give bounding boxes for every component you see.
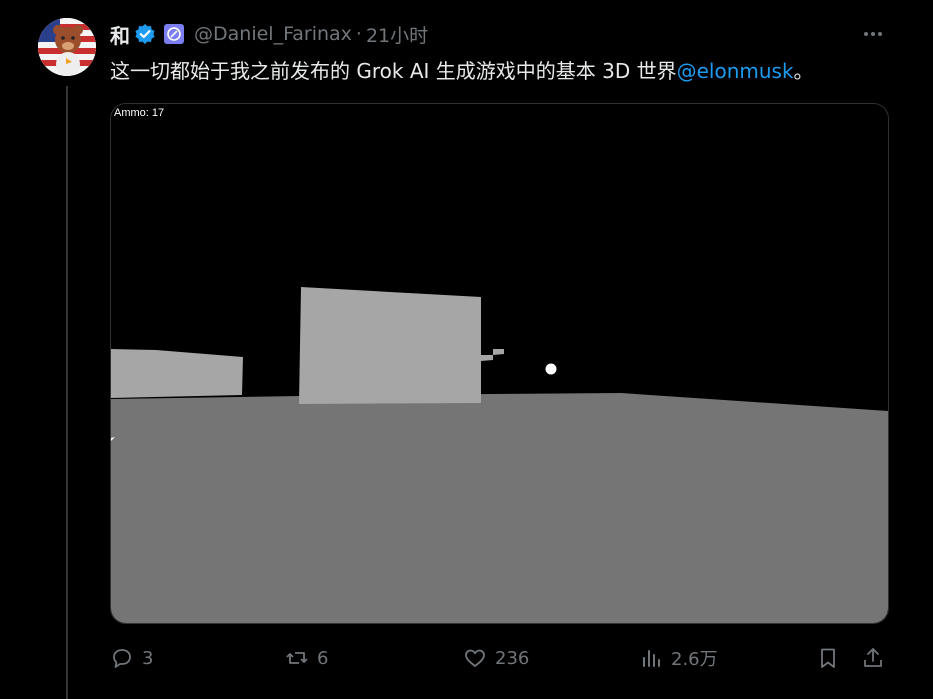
- repost-icon: [286, 652, 308, 664]
- like-button[interactable]: 236: [463, 642, 529, 674]
- share-button[interactable]: [861, 642, 885, 674]
- avatar[interactable]: [38, 18, 96, 76]
- game-scene: [111, 104, 888, 623]
- mention-link[interactable]: @elonmusk: [677, 59, 794, 83]
- crosshair-dot: [545, 363, 557, 375]
- affiliate-badge-icon[interactable]: [164, 24, 184, 44]
- bookmark-button[interactable]: [816, 642, 840, 674]
- ammo-counter: Ammo: 17: [114, 107, 165, 119]
- view-count: 2.6万: [671, 649, 718, 670]
- reply-button[interactable]: 3: [110, 642, 153, 674]
- bookmark-icon: [821, 648, 835, 668]
- tweet-header: 和 @Daniel_Farinax · 21小时: [110, 20, 428, 48]
- analytics-icon: [643, 650, 660, 667]
- action-bar: 3 6 236 2.6万: [110, 642, 887, 674]
- reply-icon: [113, 649, 131, 668]
- scene-block-left: [111, 349, 243, 398]
- heart-icon: [465, 649, 485, 667]
- repost-count: 6: [317, 647, 329, 669]
- like-count: 236: [495, 647, 530, 669]
- tweet-text-end: 。: [793, 59, 814, 83]
- share-icon: [864, 648, 882, 667]
- tweet-body: 这一切都始于我之前发布的 Grok AI 生成游戏中的基本 3D 世界: [110, 59, 677, 83]
- reply-count: 3: [142, 647, 154, 669]
- verified-badge-icon: [134, 23, 156, 45]
- timestamp[interactable]: 21小时: [366, 21, 428, 48]
- author-handle[interactable]: @Daniel_Farinax: [194, 23, 352, 45]
- author-name[interactable]: 和: [110, 20, 130, 49]
- media-attachment[interactable]: Ammo: 17: [110, 103, 889, 624]
- thread-line: [66, 86, 68, 699]
- repost-button[interactable]: 6: [285, 642, 328, 674]
- tweet-text: 这一切都始于我之前发布的 Grok AI 生成游戏中的基本 3D 世界@elon…: [110, 57, 814, 85]
- separator-dot: ·: [355, 23, 362, 45]
- scene-block-center: [299, 287, 481, 404]
- more-options-icon[interactable]: [859, 22, 887, 46]
- views-button[interactable]: 2.6万: [639, 642, 718, 674]
- scene-ground: [111, 393, 888, 623]
